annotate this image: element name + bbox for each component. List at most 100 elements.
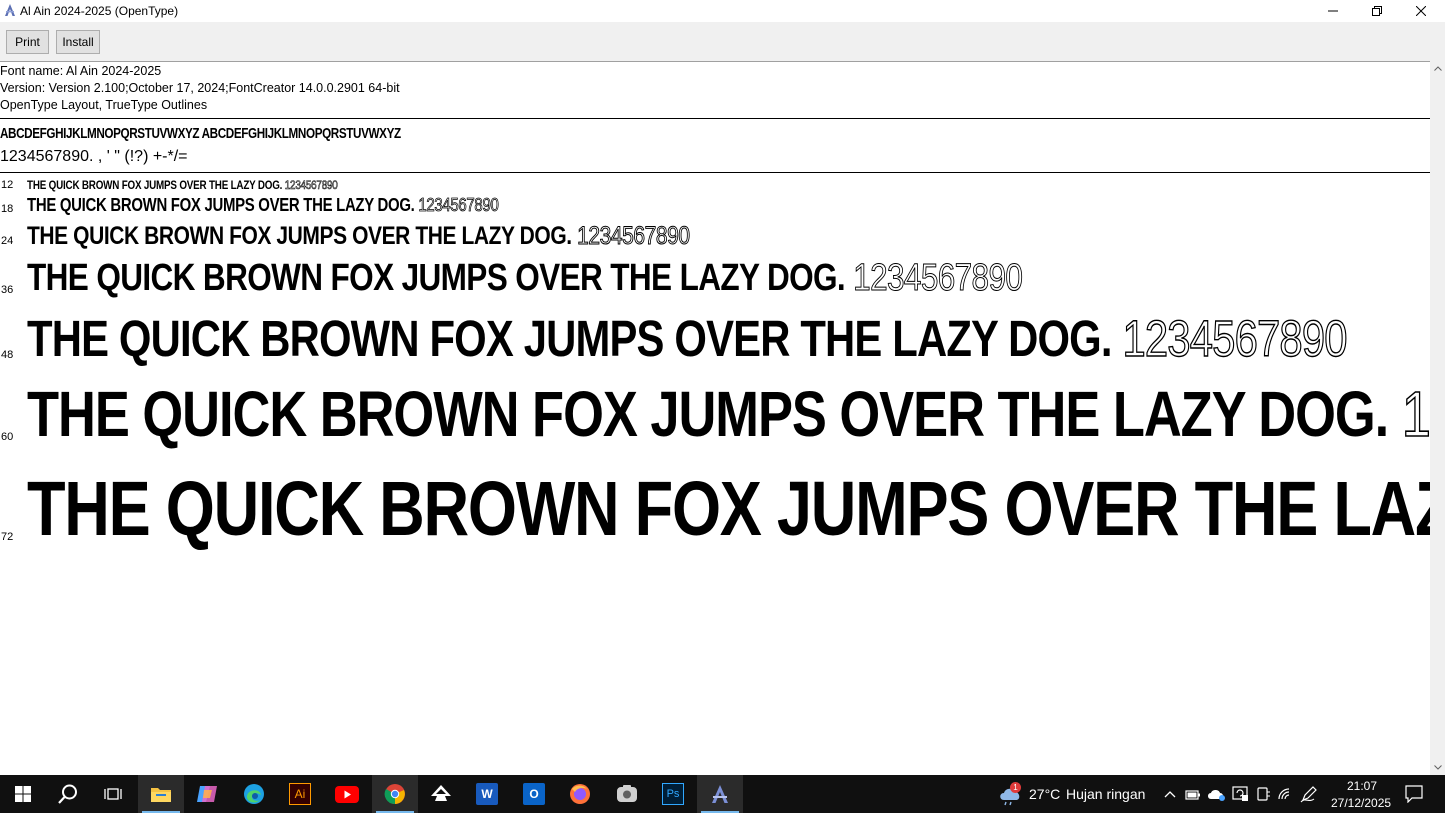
task-view-icon bbox=[104, 788, 122, 800]
start-button[interactable] bbox=[0, 775, 46, 813]
edge-icon bbox=[244, 784, 264, 804]
scroll-down-button[interactable] bbox=[1430, 760, 1445, 775]
taskbar-photoshop[interactable]: Ps bbox=[650, 775, 696, 813]
taskbar-file-explorer[interactable] bbox=[138, 775, 184, 813]
close-button[interactable] bbox=[1399, 0, 1443, 22]
pen-icon bbox=[1300, 786, 1317, 803]
taskbar-app[interactable] bbox=[604, 775, 650, 813]
taskbar-edge[interactable] bbox=[231, 775, 277, 813]
clock[interactable]: 21:07 27/12/2025 bbox=[1325, 775, 1397, 813]
illustrator-icon: Ai bbox=[289, 783, 311, 805]
taskbar-font-viewer[interactable] bbox=[697, 775, 743, 813]
sample-text: THE QUICK BROWN FOX JUMPS OVER THE LAZY … bbox=[27, 309, 1348, 368]
weather-widget[interactable]: 1 27°C Hujan ringan bbox=[995, 775, 1150, 813]
close-icon bbox=[1416, 6, 1426, 16]
sample-text: THE QUICK BROWN FOX JUMPS OVER THE LAZY … bbox=[27, 377, 1430, 451]
charset-digits-symbols: 1234567890. , ' " (!?) +-*/= bbox=[0, 148, 188, 165]
outlook-icon: O bbox=[523, 783, 545, 805]
minimize-icon bbox=[1328, 10, 1338, 12]
search-icon bbox=[58, 784, 77, 804]
chrome-icon bbox=[384, 784, 405, 805]
notification-icon bbox=[1405, 785, 1423, 803]
weather-badge-count: 1 bbox=[1013, 783, 1018, 792]
wifi-icon bbox=[1278, 788, 1290, 800]
meet-tray[interactable] bbox=[1255, 786, 1271, 802]
sample-pangram: THE QUICK BROWN FOX JUMPS OVER THE LAZY … bbox=[27, 178, 283, 192]
word-label: W bbox=[481, 787, 493, 801]
sample-pangram: THE QUICK BROWN FOX JUMPS OVER THE LAZY … bbox=[27, 257, 846, 299]
clock-time: 21:07 bbox=[1347, 779, 1378, 793]
taskbar-inkscape[interactable] bbox=[418, 775, 464, 813]
chevron-down-icon bbox=[1433, 765, 1442, 770]
sample-text: THE QUICK BROWN FOX JUMPS OVER THE LAZY … bbox=[27, 465, 1430, 554]
cloud-sync-icon bbox=[1208, 790, 1225, 801]
taskbar-firefox[interactable] bbox=[557, 775, 603, 813]
sample-digits: 1234567890 bbox=[284, 178, 338, 193]
sample-text: THE QUICK BROWN FOX JUMPS OVER THE LAZY … bbox=[27, 178, 338, 193]
install-button[interactable]: Install bbox=[56, 30, 100, 54]
network-tray[interactable] bbox=[1277, 786, 1295, 802]
sample-size-label: 72 bbox=[1, 531, 14, 543]
font-name-line: Font name: Al Ain 2024-2025 bbox=[0, 64, 162, 78]
restore-icon bbox=[1372, 6, 1382, 16]
title-bar: Al Ain 2024-2025 (OpenType) bbox=[0, 0, 1445, 22]
battery-tray[interactable] bbox=[1185, 787, 1201, 801]
sample-size-label: 18 bbox=[1, 203, 14, 215]
youtube-icon bbox=[335, 785, 359, 803]
font-viewer-icon bbox=[712, 785, 728, 803]
search-button[interactable] bbox=[45, 775, 91, 813]
sample-size-label: 60 bbox=[1, 431, 14, 443]
restore-button[interactable] bbox=[1355, 0, 1399, 22]
font-layout-line: OpenType Layout, TrueType Outlines bbox=[0, 98, 208, 112]
chevron-up-icon bbox=[1433, 66, 1442, 71]
font-version-line: Version: Version 2.100;October 17, 2024;… bbox=[0, 81, 400, 95]
outlook-label: O bbox=[529, 787, 539, 801]
task-view-button[interactable] bbox=[90, 775, 136, 813]
taskbar: Ai W O Ps 1 27°C Hujan ringan 21:07 27/1… bbox=[0, 775, 1445, 813]
show-hidden-icons-button[interactable] bbox=[1162, 785, 1178, 803]
file-explorer-icon bbox=[151, 788, 171, 802]
taskbar-outlook[interactable]: O bbox=[511, 775, 557, 813]
sample-size-label: 24 bbox=[1, 235, 14, 247]
sample-pangram: THE QUICK BROWN FOX JUMPS OVER THE LAZY … bbox=[27, 195, 415, 215]
taskbar-youtube[interactable] bbox=[324, 775, 370, 813]
weather-condition: Hujan ringan bbox=[1066, 786, 1146, 802]
sample-pangram: THE QUICK BROWN FOX JUMPS OVER THE LAZY … bbox=[27, 466, 1430, 552]
sample-digits: 1234567890 bbox=[1401, 377, 1430, 451]
scroll-up-button[interactable] bbox=[1430, 61, 1445, 76]
windows-start-icon bbox=[15, 786, 31, 802]
print-button[interactable]: Print bbox=[6, 30, 49, 54]
minimize-button[interactable] bbox=[1311, 0, 1355, 22]
update-tray[interactable] bbox=[1231, 786, 1249, 802]
divider bbox=[0, 118, 1430, 119]
photoshop-icon: Ps bbox=[662, 783, 684, 805]
sample-digits: 1234567890 bbox=[577, 222, 691, 251]
copilot-icon bbox=[197, 786, 217, 802]
app-icon bbox=[617, 785, 637, 802]
sample-text: THE QUICK BROWN FOX JUMPS OVER THE LAZY … bbox=[27, 195, 499, 216]
divider bbox=[0, 172, 1430, 173]
taskbar-copilot[interactable] bbox=[184, 775, 230, 813]
vertical-scrollbar[interactable] bbox=[1430, 61, 1445, 775]
onedrive-tray[interactable] bbox=[1207, 787, 1227, 801]
sample-pangram: THE QUICK BROWN FOX JUMPS OVER THE LAZY … bbox=[27, 222, 572, 250]
sample-size-label: 36 bbox=[1, 284, 14, 296]
taskbar-word[interactable]: W bbox=[464, 775, 510, 813]
chevron-up-icon bbox=[1164, 791, 1176, 798]
pen-tray[interactable] bbox=[1300, 785, 1320, 803]
weather-alert-badge: 1 bbox=[1010, 782, 1021, 793]
battery-icon bbox=[1185, 790, 1200, 800]
clock-date: 27/12/2025 bbox=[1331, 796, 1392, 810]
taskbar-illustrator[interactable]: Ai bbox=[277, 775, 323, 813]
illustrator-label: Ai bbox=[294, 787, 306, 801]
sample-text: THE QUICK BROWN FOX JUMPS OVER THE LAZY … bbox=[27, 222, 691, 251]
toolbar: Print Install bbox=[0, 22, 1445, 61]
font-preview-area: Font name: Al Ain 2024-2025 Version: Ver… bbox=[0, 61, 1430, 775]
sample-pangram: THE QUICK BROWN FOX JUMPS OVER THE LAZY … bbox=[27, 378, 1389, 450]
sample-digits: 1234567890 bbox=[1122, 309, 1348, 367]
notifications-button[interactable] bbox=[1400, 783, 1428, 805]
taskbar-chrome[interactable] bbox=[372, 775, 418, 813]
sample-size-label: 12 bbox=[1, 179, 14, 191]
firefox-icon bbox=[570, 784, 590, 804]
sample-pangram: THE QUICK BROWN FOX JUMPS OVER THE LAZY … bbox=[27, 310, 1113, 367]
